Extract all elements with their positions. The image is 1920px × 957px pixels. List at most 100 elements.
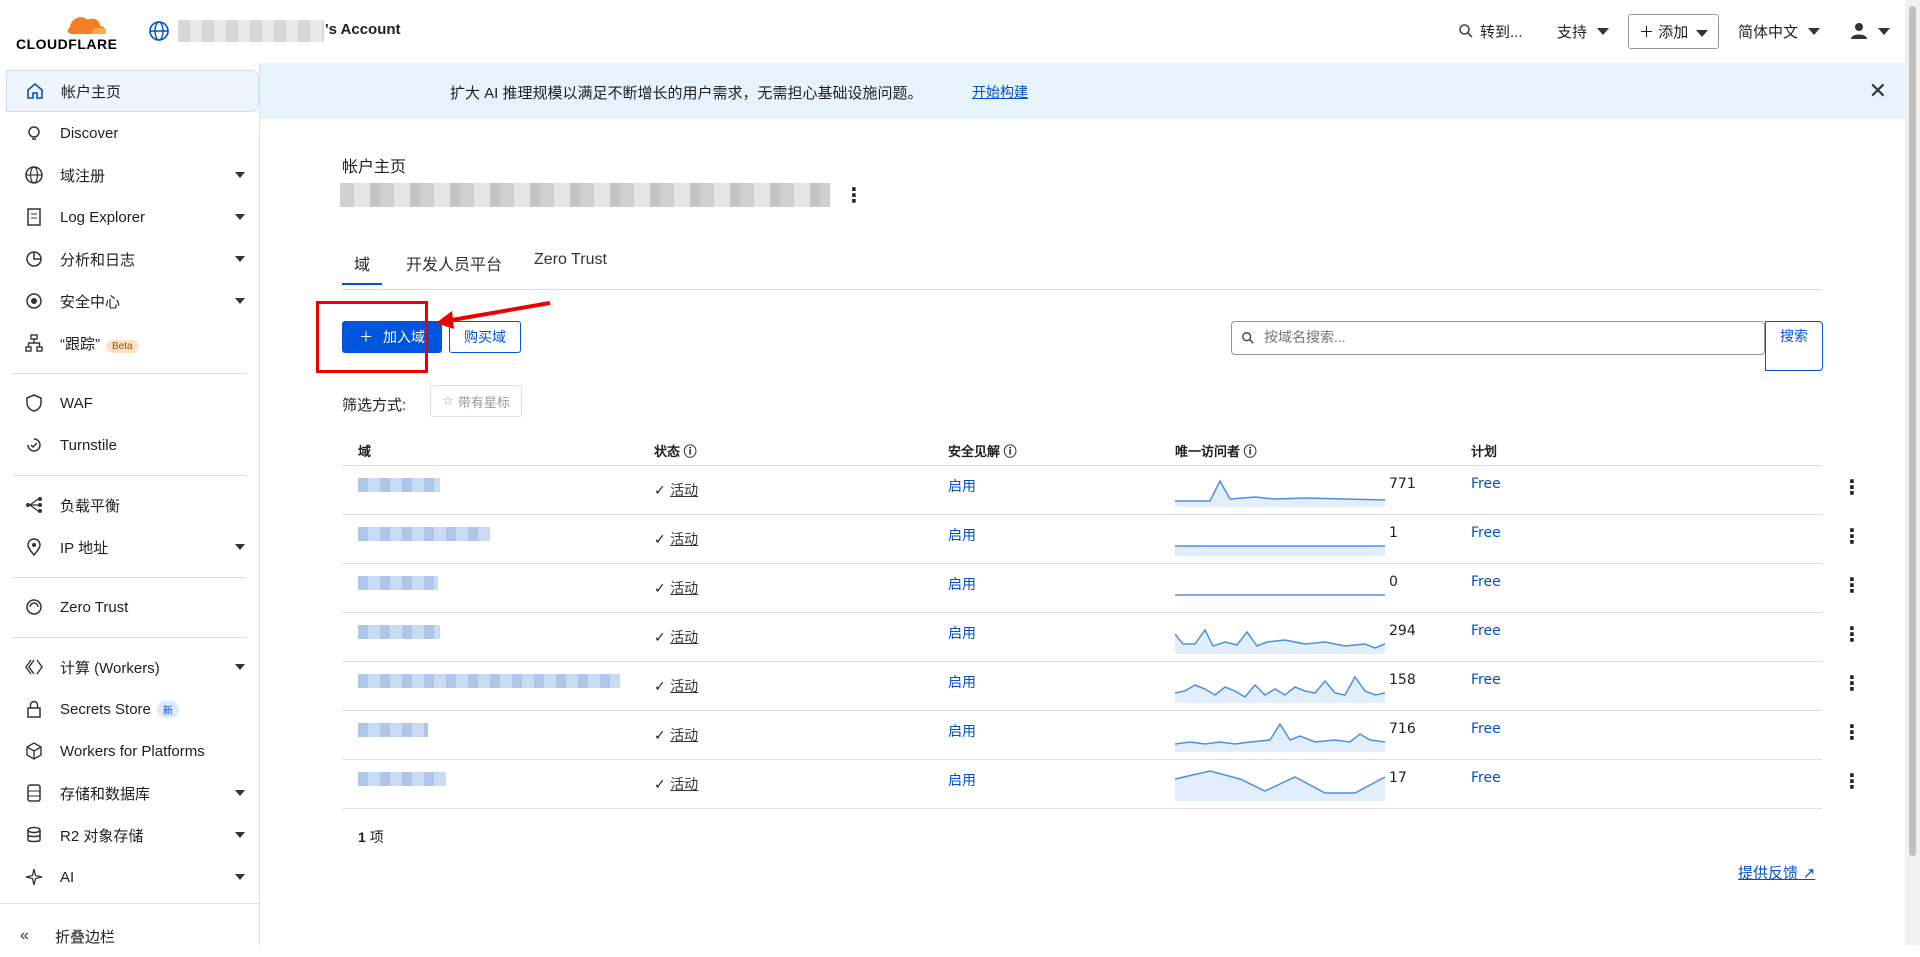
- sidebar-item-ip-address[interactable]: IP 地址: [0, 526, 259, 568]
- sidebar-item-trace[interactable]: “跟踪” Beta: [0, 322, 259, 364]
- table-row[interactable]: ✓ 活动 启用 294 Free ⋮: [342, 612, 1862, 662]
- domain-name-redacted[interactable]: [358, 527, 490, 541]
- sidebar-item-account-home[interactable]: 帐户主页: [6, 70, 259, 112]
- info-icon[interactable]: ⓘ: [684, 444, 697, 459]
- table-row[interactable]: ✓ 活动 启用 1 Free ⋮: [342, 514, 1862, 564]
- status-link[interactable]: 活动: [670, 679, 698, 695]
- domain-name-redacted[interactable]: [358, 723, 428, 737]
- sidebar-item-workers[interactable]: 计算 (Workers): [0, 646, 259, 688]
- add-button[interactable]: ＋ 添加: [1628, 13, 1720, 49]
- plan-link[interactable]: Free: [1471, 574, 1501, 590]
- row-more-icon[interactable]: ⋮: [1842, 524, 1862, 548]
- cloudflare-logo[interactable]: CLOUDFLARE: [16, 10, 124, 56]
- sidebar-item-waf[interactable]: WAF: [0, 382, 259, 424]
- sidebar-item-security-center[interactable]: 安全中心: [0, 280, 259, 322]
- status-link[interactable]: 活动: [670, 630, 698, 646]
- row-more-icon[interactable]: ⋮: [1842, 622, 1862, 646]
- plan-link[interactable]: Free: [1471, 770, 1501, 786]
- info-icon[interactable]: ⓘ: [1004, 444, 1017, 459]
- table-row[interactable]: ✓ 活动 启用 17 Free ⋮: [342, 759, 1862, 809]
- check-icon: ✓: [654, 581, 666, 597]
- sidebar-item-label: Secrets Store 新: [60, 700, 179, 718]
- feedback-link[interactable]: 提供反馈 ↗: [1738, 862, 1815, 883]
- sidebar-item-storage[interactable]: 存储和数据库: [0, 772, 259, 814]
- domain-name-redacted[interactable]: [358, 576, 438, 590]
- search-input[interactable]: [1262, 328, 1736, 346]
- sidebar-item-analytics[interactable]: 分析和日志: [0, 238, 259, 280]
- account-name-suffix[interactable]: 's Account: [325, 21, 401, 38]
- filter-starred-button[interactable]: ☆ 带有星标: [430, 385, 522, 417]
- status-link[interactable]: 活动: [670, 581, 698, 597]
- search-button[interactable]: 搜索: [1765, 321, 1823, 371]
- banner-link[interactable]: 开始构建: [972, 82, 1028, 102]
- domain-name-redacted[interactable]: [358, 478, 440, 492]
- sidebar-item-workers-for-platforms[interactable]: Workers for Platforms: [0, 730, 259, 772]
- security-insights-link[interactable]: 启用: [948, 770, 976, 790]
- waf-icon: [26, 394, 42, 412]
- sidebar-item-discover[interactable]: Discover: [0, 112, 259, 154]
- tab-developer-platform[interactable]: 开发人员平台: [406, 251, 502, 275]
- status-link[interactable]: 活动: [670, 483, 698, 499]
- sidebar-item-turnstile[interactable]: Turnstile: [0, 424, 259, 466]
- pie-chart-icon: [26, 251, 42, 267]
- status-link[interactable]: 活动: [670, 728, 698, 744]
- status-cell: ✓ 活动: [654, 676, 698, 696]
- row-more-icon[interactable]: ⋮: [1842, 475, 1862, 499]
- security-insights-link[interactable]: 启用: [948, 525, 976, 545]
- security-insights-link[interactable]: 启用: [948, 672, 976, 692]
- row-more-icon[interactable]: ⋮: [1842, 720, 1862, 744]
- collapse-sidebar-button[interactable]: « 折叠边栏: [0, 915, 259, 957]
- close-icon[interactable]: ✕: [1869, 79, 1887, 104]
- table-row[interactable]: ✓ 活动 启用 716 Free ⋮: [342, 710, 1862, 760]
- column-header-visitors: 唯一访问者 ⓘ: [1175, 441, 1257, 460]
- scrollbar-thumb[interactable]: [1909, 6, 1916, 856]
- column-header-label: 安全见解: [948, 444, 1001, 459]
- goto-button[interactable]: 转到...: [1458, 14, 1523, 48]
- external-link-icon: ↗: [1802, 864, 1816, 882]
- info-icon[interactable]: ⓘ: [1244, 444, 1257, 459]
- plan-link[interactable]: Free: [1471, 623, 1501, 639]
- user-menu[interactable]: [1850, 14, 1890, 48]
- security-insights-link[interactable]: 启用: [948, 476, 976, 496]
- language-menu[interactable]: 简体中文: [1738, 14, 1821, 48]
- table-row[interactable]: ✓ 活动 启用 0 Free ⋮: [342, 563, 1862, 613]
- plan-link[interactable]: Free: [1471, 476, 1501, 492]
- check-icon: ✓: [654, 532, 666, 548]
- sidebar-item-log-explorer[interactable]: Log Explorer: [0, 196, 259, 238]
- table-row[interactable]: ✓ 活动 启用 158 Free ⋮: [342, 661, 1862, 711]
- plan-link[interactable]: Free: [1471, 525, 1501, 541]
- support-label: 支持: [1557, 23, 1588, 41]
- user-icon: [1851, 23, 1867, 39]
- status-link[interactable]: 活动: [670, 532, 698, 548]
- security-insights-link[interactable]: 启用: [948, 623, 976, 643]
- sidebar-item-domain-registration[interactable]: 域注册: [0, 154, 259, 196]
- plan-link[interactable]: Free: [1471, 672, 1501, 688]
- sidebar-item-r2[interactable]: R2 对象存储: [0, 814, 259, 856]
- table-row[interactable]: ✓ 活动 启用 771 Free ⋮: [342, 465, 1862, 515]
- security-insights-link[interactable]: 启用: [948, 574, 976, 594]
- sidebar-item-zero-trust[interactable]: Zero Trust: [0, 586, 259, 628]
- more-options-icon[interactable]: ⋮: [844, 185, 864, 205]
- sidebar-item-label-text: Secrets Store: [60, 700, 151, 718]
- add-menu[interactable]: ＋ 添加: [1628, 13, 1720, 49]
- tab-domains[interactable]: 域: [342, 251, 383, 285]
- scrollbar[interactable]: [1905, 0, 1920, 945]
- domain-name-redacted[interactable]: [358, 674, 620, 688]
- result-count: 1 项: [358, 827, 384, 847]
- domain-name-redacted[interactable]: [358, 772, 446, 786]
- security-insights-link[interactable]: 启用: [948, 721, 976, 741]
- plan-link[interactable]: Free: [1471, 721, 1501, 737]
- sidebar-item-label: Workers for Platforms: [60, 742, 205, 760]
- row-more-icon[interactable]: ⋮: [1842, 573, 1862, 597]
- row-more-icon[interactable]: ⋮: [1842, 769, 1862, 793]
- tab-zero-trust[interactable]: Zero Trust: [534, 251, 607, 269]
- sidebar-item-load-balancing[interactable]: 负载平衡: [0, 484, 259, 526]
- storage-icon: [27, 784, 41, 802]
- status-link[interactable]: 活动: [670, 777, 698, 793]
- domain-name-redacted[interactable]: [358, 625, 440, 639]
- sidebar-item-ai[interactable]: AI: [0, 856, 259, 898]
- sidebar-item-secrets-store[interactable]: Secrets Store 新: [0, 688, 259, 730]
- support-menu[interactable]: 支持: [1557, 14, 1610, 48]
- row-more-icon[interactable]: ⋮: [1842, 671, 1862, 695]
- status-cell: ✓ 活动: [654, 578, 698, 598]
